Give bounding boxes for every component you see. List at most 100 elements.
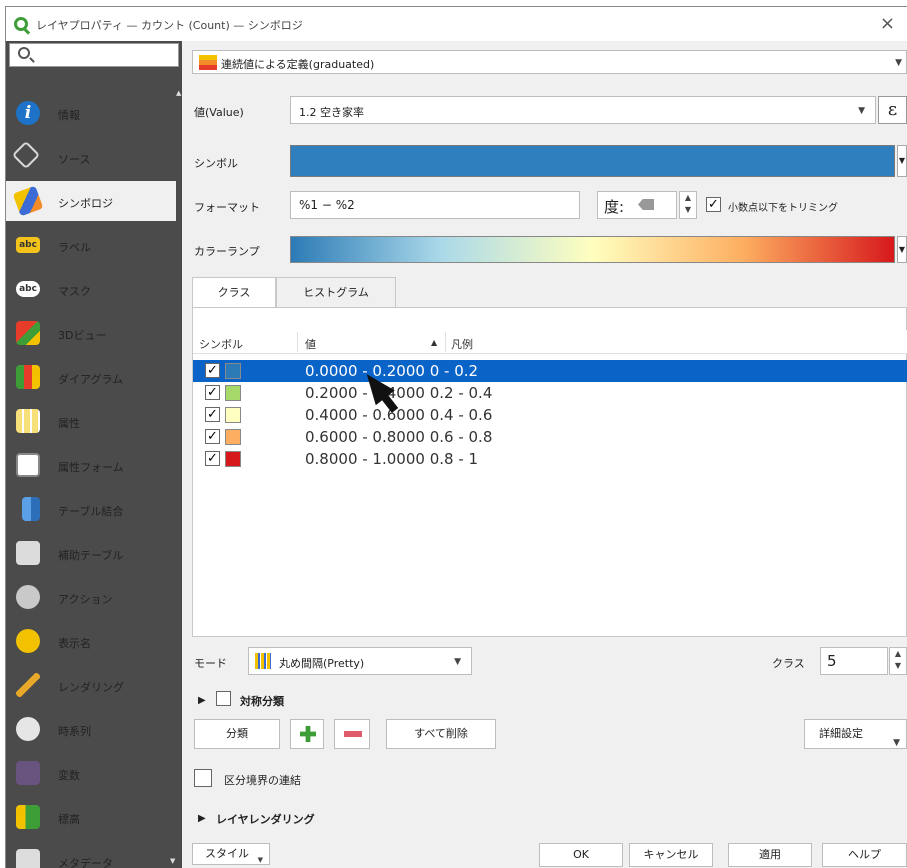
tab-classes[interactable]: クラス xyxy=(192,277,276,308)
table-row[interactable]: ✓ 0.8000 - 1.0000 0.8 - 1 xyxy=(193,448,907,470)
temporal-icon xyxy=(16,717,40,741)
column-header-value[interactable]: 値 xyxy=(305,336,316,352)
display-icon xyxy=(16,629,40,653)
sidebar-item-elevation[interactable]: 標高 xyxy=(6,797,176,837)
row-checkbox[interactable]: ✓ xyxy=(205,429,220,444)
sidebar-item-info[interactable]: i 情報 xyxy=(6,93,176,133)
color-ramp-dropdown-button[interactable]: ▼ xyxy=(897,236,907,263)
attributes-form-icon xyxy=(16,453,40,477)
sidebar-item-label: 補助テーブル xyxy=(58,549,124,562)
class-color-swatch[interactable] xyxy=(225,407,241,423)
legend-format-input[interactable]: %1 − %2 xyxy=(290,191,580,219)
renderer-select[interactable]: 連続値による定義(graduated) ▼ xyxy=(192,50,907,74)
sort-ascending-icon: ▲ xyxy=(431,338,438,347)
chevron-down-icon: ▼ xyxy=(858,106,865,116)
delete-all-button[interactable]: すべて削除 xyxy=(386,719,496,749)
row-checkbox[interactable]: ✓ xyxy=(205,385,220,400)
table-row[interactable]: ✓ 0.2000 - 0.4000 0.2 - 0.4 xyxy=(193,382,907,404)
sidebar-item-display[interactable]: 表示名 xyxy=(6,621,176,661)
help-button[interactable]: ヘルプ xyxy=(822,843,907,867)
precision-input[interactable]: 度: xyxy=(597,191,677,219)
fields-icon xyxy=(16,409,40,433)
classify-button[interactable]: 分類 xyxy=(194,719,280,749)
symmetric-checkbox[interactable] xyxy=(216,691,231,706)
row-checkbox[interactable]: ✓ xyxy=(205,451,220,466)
sidebar-item-labels[interactable]: abc ラベル xyxy=(6,225,176,265)
cancel-button[interactable]: キャンセル xyxy=(629,843,713,867)
trim-checkbox[interactable]: ✓ xyxy=(706,197,721,212)
sidebar-scroll-down-icon[interactable]: ▼ xyxy=(170,857,182,867)
row-checkbox[interactable]: ✓ xyxy=(205,363,220,378)
sidebar-item-rendering[interactable]: レンダリング xyxy=(6,665,176,705)
column-divider xyxy=(297,332,298,352)
precision-spinner[interactable]: ▲ ▼ xyxy=(679,191,697,219)
table-row[interactable]: ✓ 0.6000 - 0.8000 0.6 - 0.8 xyxy=(193,426,907,448)
clear-icon[interactable] xyxy=(638,199,654,210)
apply-button[interactable]: 適用 xyxy=(728,843,812,867)
minus-icon xyxy=(344,731,362,737)
table-row[interactable]: ✓ 0.4000 - 0.6000 0.4 - 0.6 xyxy=(193,404,907,426)
class-color-swatch[interactable] xyxy=(225,429,241,445)
style-button[interactable]: スタイル ▼ xyxy=(192,843,270,865)
table-row[interactable]: ✓ 0.0000 - 0.2000 0 - 0.2 xyxy=(193,360,907,382)
class-color-swatch[interactable] xyxy=(225,451,241,467)
value-field-select[interactable]: 1.2 空き家率 ▼ xyxy=(290,96,876,124)
chevron-down-icon: ▼ xyxy=(893,738,900,748)
sidebar-item-symbology[interactable]: シンボロジ xyxy=(6,181,176,221)
classes-value: 5 xyxy=(827,652,837,670)
expand-triangle-icon[interactable]: ▶ xyxy=(198,813,206,824)
ok-button[interactable]: OK xyxy=(539,843,623,867)
sidebar-search-input[interactable] xyxy=(9,43,179,67)
legend-format-text: %1 − %2 xyxy=(299,198,355,212)
sidebar-item-actions[interactable]: アクション xyxy=(6,577,176,617)
classes-spinbox[interactable]: 5 xyxy=(820,647,888,675)
symbol-button[interactable] xyxy=(290,145,895,177)
sidebar-item-diagrams[interactable]: ダイアグラム xyxy=(6,357,176,397)
mode-select[interactable]: 丸め間隔(Pretty) ▼ xyxy=(248,647,472,675)
column-header-symbol[interactable]: シンボル xyxy=(199,336,243,352)
sidebar-item-mask[interactable]: abc マスク xyxy=(6,269,176,309)
advanced-button[interactable]: 詳細設定 ▼ xyxy=(804,719,907,749)
chevron-down-icon: ▼ xyxy=(454,657,461,667)
chevron-down-icon: ▼ xyxy=(257,856,263,864)
add-class-button[interactable] xyxy=(290,719,324,749)
diagrams-icon xyxy=(16,365,40,389)
sidebar-item-variables[interactable]: 変数 xyxy=(6,753,176,793)
sidebar-item-3d-view[interactable]: 3Dビュー xyxy=(6,313,176,353)
row-checkbox[interactable]: ✓ xyxy=(205,407,220,422)
sidebar-item-source[interactable]: ソース xyxy=(6,137,176,177)
expand-triangle-icon[interactable]: ▶ xyxy=(198,695,206,706)
joins-icon xyxy=(22,497,40,521)
class-color-swatch[interactable] xyxy=(225,385,241,401)
sidebar-item-auxiliary-storage[interactable]: 補助テーブル xyxy=(6,533,176,573)
link-boundaries-checkbox[interactable] xyxy=(194,769,212,787)
mask-icon: abc xyxy=(16,281,40,297)
labels-icon: abc xyxy=(16,237,40,253)
sidebar-item-joins[interactable]: テーブル結合 xyxy=(6,489,176,529)
3d-view-icon xyxy=(16,321,40,345)
sidebar-item-temporal[interactable]: 時系列 xyxy=(6,709,176,749)
expression-button[interactable]: ε xyxy=(878,96,907,124)
sidebar-item-metadata[interactable]: メタデータ xyxy=(6,841,176,868)
class-color-swatch[interactable] xyxy=(225,363,241,379)
window-title: レイヤプロパティ — カウント (Count) — シンボロジ xyxy=(36,19,303,32)
symbol-dropdown-button[interactable]: ▼ xyxy=(897,145,907,177)
sidebar-item-label: 属性フォーム xyxy=(58,461,124,474)
sidebar-item-fields[interactable]: 属性 xyxy=(6,401,176,441)
search-icon xyxy=(18,47,30,59)
symmetric-label: 対称分類 xyxy=(240,695,284,708)
color-ramp-label: カラーランプ xyxy=(194,245,260,258)
sidebar-item-label: 3Dビュー xyxy=(58,329,107,342)
class-range: 0.6000 - 0.8000 0.6 - 0.8 xyxy=(305,428,493,446)
delete-class-button[interactable] xyxy=(334,719,370,749)
color-ramp-button[interactable] xyxy=(290,236,895,263)
sidebar-item-label: レンダリング xyxy=(58,681,124,694)
tab-histogram[interactable]: ヒストグラム xyxy=(276,277,396,307)
close-button[interactable]: × xyxy=(880,13,895,34)
sidebar-item-attributes-form[interactable]: 属性フォーム xyxy=(6,445,176,485)
layer-rendering-label[interactable]: レイヤレンダリング xyxy=(216,811,315,827)
column-divider xyxy=(445,332,446,352)
column-header-legend[interactable]: 凡例 xyxy=(451,336,473,352)
class-range: 0.2000 - 0.4000 0.2 - 0.4 xyxy=(305,384,493,402)
classes-spinner[interactable]: ▲ ▼ xyxy=(889,647,907,675)
